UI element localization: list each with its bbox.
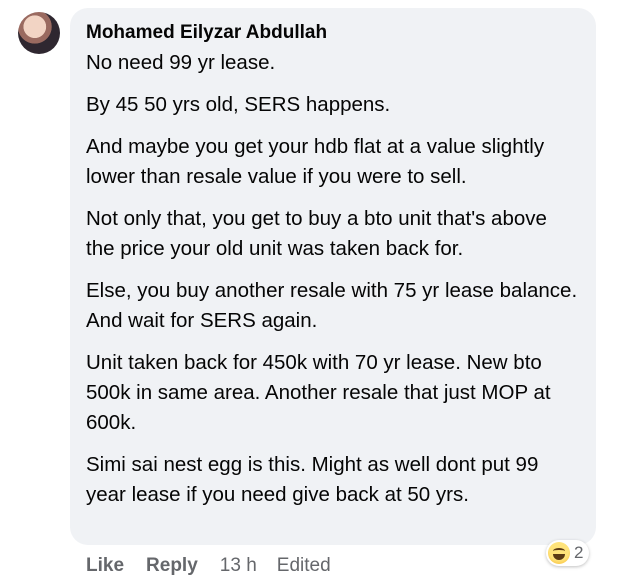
reaction-summary[interactable]: 2	[546, 540, 590, 566]
edited-label[interactable]: Edited	[277, 553, 331, 579]
comment-actions: Like Reply 13 h Edited	[86, 553, 331, 579]
comment-paragraph: Not only that, you get to buy a bto unit…	[86, 207, 547, 260]
comment-paragraph: By 45 50 yrs old, SERS happens.	[86, 93, 391, 116]
reply-button[interactable]: Reply	[146, 553, 198, 579]
author-name[interactable]: Mohamed Eilyzar Abdullah	[86, 20, 580, 46]
comment-paragraph: No need 99 yr lease.	[86, 51, 276, 74]
reaction-count: 2	[574, 543, 584, 562]
timestamp[interactable]: 13 h	[220, 553, 257, 579]
comment-paragraph: And maybe you get your hdb flat at a val…	[86, 135, 545, 188]
comment-paragraph: Simi sai nest egg is this. Might as well…	[86, 453, 539, 506]
comment-paragraph: Unit taken back for 450k with 70 yr leas…	[86, 351, 551, 434]
comment-bubble: Mohamed Eilyzar Abdullah No need 99 yr l…	[70, 8, 596, 545]
comment-paragraph: Else, you buy another resale with 75 yr …	[86, 279, 578, 332]
like-button[interactable]: Like	[86, 553, 124, 579]
haha-emoji-icon	[548, 542, 570, 564]
author-avatar[interactable]	[18, 12, 60, 54]
